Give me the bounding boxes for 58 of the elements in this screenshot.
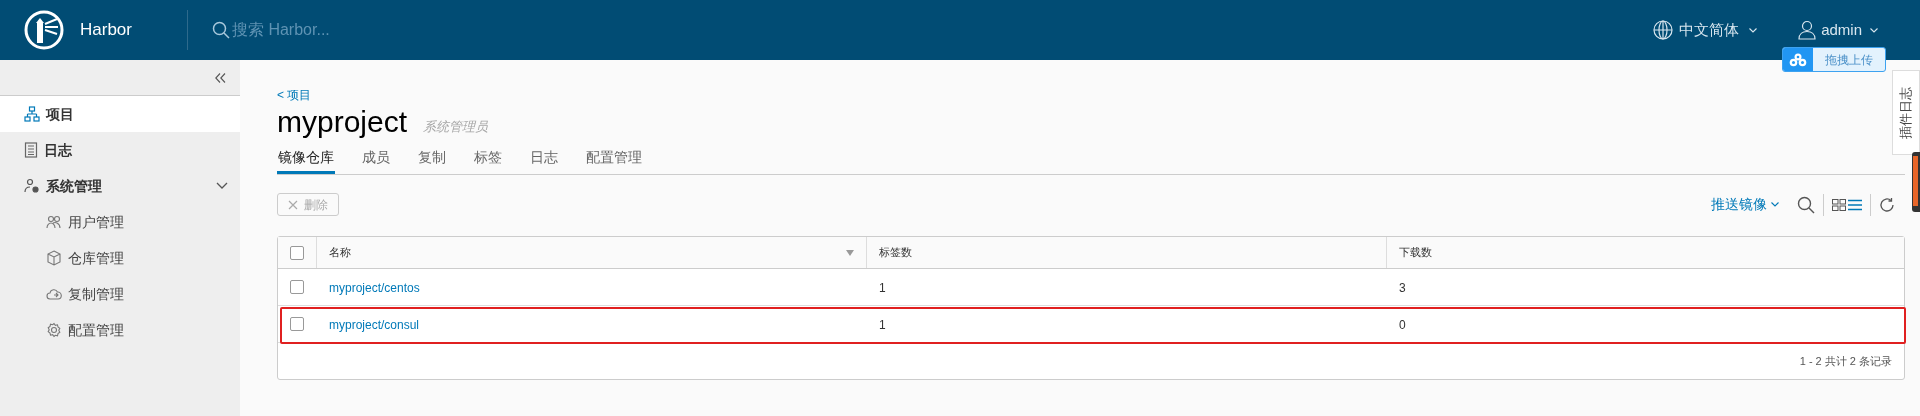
document-icon <box>24 142 38 158</box>
grid-view-icon[interactable] <box>1832 198 1846 211</box>
sidebar-item[interactable]: 配置管理 <box>0 312 240 348</box>
pagination-text: 1 - 2 共计 2 条记录 <box>1799 353 1892 369</box>
list-view-icon[interactable] <box>1848 198 1862 211</box>
table-cell: 1 <box>879 318 886 332</box>
search-field[interactable]: 搜索 Harbor... <box>231 18 492 42</box>
checkbox[interactable] <box>290 317 304 331</box>
table-cell: 3 <box>1399 281 1406 295</box>
project-title: myproject <box>277 106 408 138</box>
table-cell: 0 <box>1399 318 1406 332</box>
role-label: 系统管理员 <box>423 117 489 136</box>
side-tab[interactable]: 插件日志 <box>1892 70 1920 155</box>
chevron-down-icon <box>1749 27 1758 33</box>
lighthouse-logo-icon <box>24 10 64 50</box>
sidebar-item[interactable]: 复制管理 <box>0 276 240 312</box>
column-header: 名称 <box>329 245 351 261</box>
tab[interactable]: 复制 <box>417 144 447 174</box>
sidebar-item[interactable]: 项目 <box>0 96 240 132</box>
brand-name: Harbor <box>80 19 132 42</box>
checkbox[interactable] <box>290 280 304 294</box>
user-icon <box>1797 20 1818 40</box>
tab[interactable]: 成员 <box>361 144 391 174</box>
hierarchy-icon <box>24 106 40 122</box>
tab[interactable]: 镜像仓库 <box>277 144 335 174</box>
tab[interactable]: 日志 <box>529 144 559 174</box>
close-icon <box>288 199 298 210</box>
sidebar-item[interactable]: 系统管理 <box>0 168 240 204</box>
tab[interactable]: 配置管理 <box>585 144 643 174</box>
column-header: 标签数 <box>879 245 912 261</box>
user-menu[interactable]: admin <box>1797 18 1878 42</box>
cloud-icon <box>46 286 62 302</box>
scroll-handle[interactable] <box>1912 152 1920 212</box>
refresh-icon[interactable] <box>1879 196 1895 213</box>
repository-link[interactable]: myproject/centos <box>329 281 420 295</box>
checkbox[interactable] <box>290 245 304 260</box>
push-image-menu[interactable]: 推送镜像 <box>1711 194 1779 215</box>
language-menu[interactable]: 中文简体 <box>1653 18 1758 42</box>
users-icon <box>46 214 62 230</box>
tab[interactable]: 标签 <box>473 144 503 174</box>
repository-link[interactable]: myproject/consul <box>329 318 420 332</box>
column-header: 下载数 <box>1399 245 1432 261</box>
sidebar-item[interactable]: 仓库管理 <box>0 240 240 276</box>
cloud-logo-icon <box>1783 48 1813 71</box>
table-cell: 1 <box>879 281 886 295</box>
filter-icon[interactable] <box>846 249 854 256</box>
search-icon[interactable] <box>1797 195 1815 214</box>
back-link[interactable]: < 项目 <box>277 86 312 104</box>
cube-icon <box>46 250 62 266</box>
search-icon <box>211 21 230 39</box>
sidebar-item[interactable]: 用户管理 <box>0 204 240 240</box>
settings-icon <box>46 322 62 338</box>
chevron-down-icon <box>1771 202 1779 207</box>
sidebar-item[interactable]: 日志 <box>0 132 240 168</box>
chevron-down-icon <box>1870 27 1878 33</box>
globe-icon <box>1653 20 1674 40</box>
user-gear-icon <box>24 178 40 194</box>
double-chevron-left-icon[interactable] <box>215 72 226 83</box>
